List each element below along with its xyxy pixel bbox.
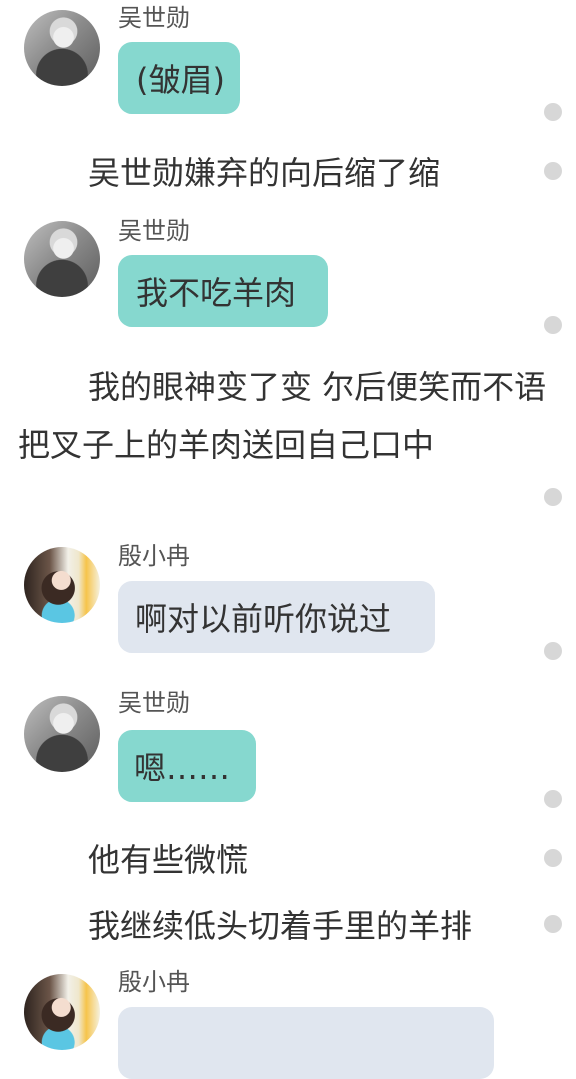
chat-message: 殷小冉 啊对以前听你说过	[0, 541, 576, 661]
gray-dot-icon	[544, 790, 562, 808]
gray-dot-icon	[544, 103, 562, 121]
chat-message: 殷小冉	[0, 967, 576, 1079]
narration-text: 我的眼神变了变 尔后便笑而不语把叉子上的羊肉送回自己口中	[18, 368, 547, 464]
message-bubble[interactable]: 我不吃羊肉	[118, 255, 328, 327]
message-bubble[interactable]: 嗯……	[118, 730, 256, 802]
narration-text: 他有些微慌	[88, 841, 249, 879]
gray-dot-icon	[544, 162, 562, 180]
message-bubble[interactable]: 啊对以前听你说过	[118, 581, 435, 653]
speaker-name: 吴世勋	[118, 217, 190, 245]
message-text: 啊对以前听你说过	[135, 600, 392, 638]
message-text: 我不吃羊肉	[136, 274, 297, 312]
chat-message: 吴世勋 我不吃羊肉	[0, 216, 576, 336]
gray-dot-icon	[544, 915, 562, 933]
female-avatar-icon[interactable]	[24, 974, 100, 1050]
message-text: (皱眉)	[136, 61, 225, 99]
speaker-name: 殷小冉	[118, 968, 190, 996]
male-avatar-icon[interactable]	[24, 221, 100, 297]
gray-dot-icon	[544, 488, 562, 506]
male-avatar-icon[interactable]	[24, 696, 100, 772]
message-bubble[interactable]	[118, 1007, 494, 1079]
male-avatar-icon[interactable]	[24, 10, 100, 86]
speaker-name: 殷小冉	[118, 542, 190, 570]
chat-message: 吴世勋 嗯……	[0, 688, 576, 808]
gray-dot-icon	[544, 316, 562, 334]
gray-dot-icon	[544, 849, 562, 867]
gray-dot-icon	[544, 642, 562, 660]
speaker-name: 吴世勋	[118, 4, 190, 32]
chat-message: 吴世勋 (皱眉)	[0, 0, 576, 120]
speaker-name: 吴世勋	[118, 689, 190, 717]
message-bubble[interactable]: (皱眉)	[118, 42, 240, 114]
female-avatar-icon[interactable]	[24, 547, 100, 623]
narration-text: 我继续低头切着手里的羊排	[88, 907, 473, 945]
message-text: 嗯……	[134, 749, 231, 787]
narration-text: 吴世勋嫌弃的向后缩了缩	[88, 154, 441, 192]
